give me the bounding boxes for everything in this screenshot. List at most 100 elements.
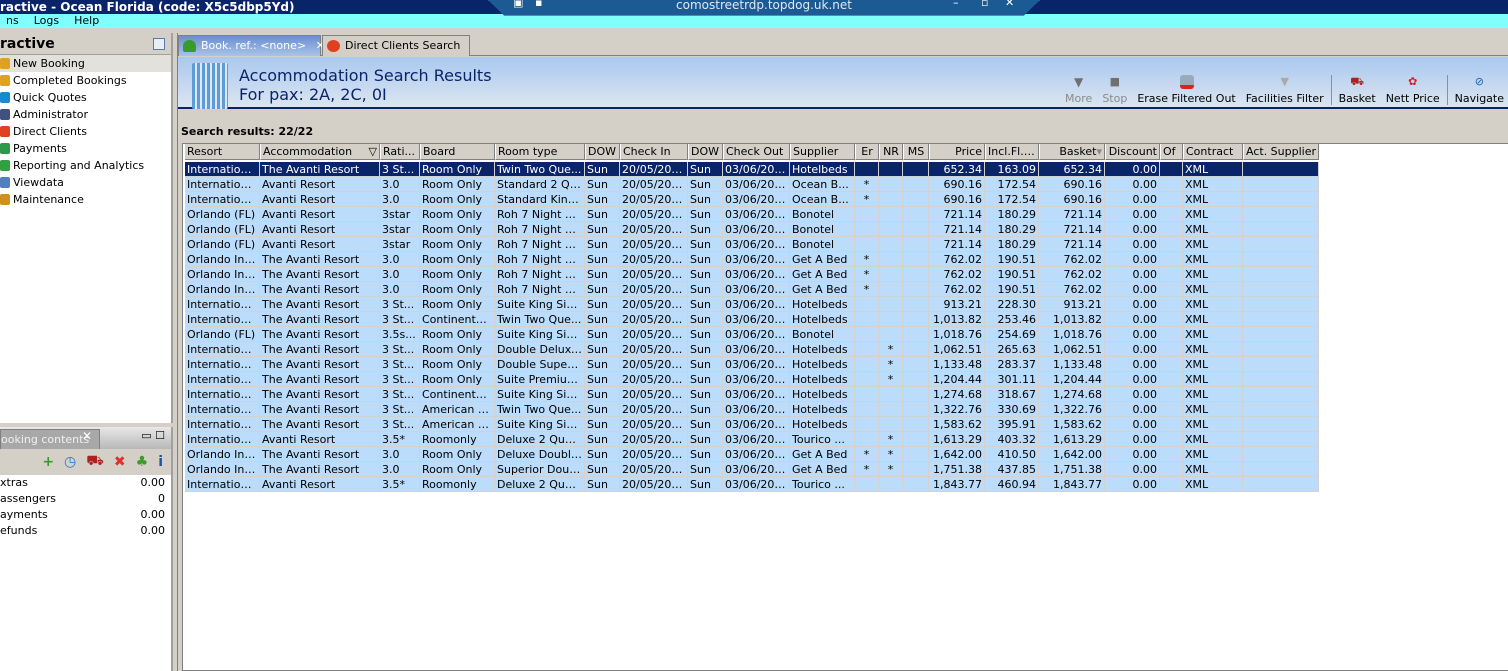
column-header[interactable]: Discount (1105, 144, 1160, 160)
table-row[interactable]: Internation... The Avanti Resort 3 St... Am… (185, 402, 1319, 417)
nav-item-payments[interactable]: Payments (0, 140, 171, 157)
nav-item-administrator[interactable]: Administrator (0, 106, 171, 123)
nett-price-button[interactable]: ✿ Nett Price (1381, 75, 1445, 105)
minimize-icon[interactable]: – (953, 0, 959, 8)
table-row[interactable]: Orlando Int... The Avanti Resort 3.0 Room O… (185, 267, 1319, 282)
menu-logs[interactable]: Logs (28, 14, 68, 28)
column-header[interactable]: Board (420, 144, 495, 160)
table-row[interactable]: Internation... Avanti Resort 3.0 Room Only S… (185, 192, 1319, 207)
nav-item-direct-clients[interactable]: Direct Clients (0, 123, 171, 140)
palm-tree-icon[interactable]: ♣ (136, 454, 149, 470)
column-header[interactable]: NR (879, 144, 903, 160)
delete-icon[interactable]: ✖ (114, 454, 126, 470)
column-header[interactable]: Contract (1183, 144, 1243, 160)
table-row[interactable]: Internation... The Avanti Resort 3 St... Co… (185, 387, 1319, 402)
table-row[interactable]: Internation... Avanti Resort 3.0 Room Only S… (185, 177, 1319, 192)
table-row[interactable]: Internation... The Avanti Resort 3 St... Am… (185, 417, 1319, 432)
pin-icon[interactable]: ▣ (513, 0, 523, 8)
table-cell: Tourico ... (790, 432, 855, 447)
table-cell: Room Only (420, 237, 495, 252)
table-cell (1160, 177, 1183, 192)
navigate-button[interactable]: ⊘ Navigate (1450, 75, 1508, 105)
table-row[interactable]: Internation... The Avanti Resort 3 St... Ro… (185, 372, 1319, 387)
restore-icon[interactable]: ▫ (981, 0, 988, 8)
facilities-filter-button[interactable]: ▼ Facilities Filter (1241, 75, 1329, 105)
basket-button[interactable]: ⛟ Basket (1334, 75, 1381, 105)
table-row[interactable]: Internation... The Avanti Resort 3 St... Ro… (185, 162, 1319, 177)
nav-item-reporting-and-analytics[interactable]: Reporting and Analytics (0, 157, 171, 174)
table-row[interactable]: Internation... The Avanti Resort 3 St... Ro… (185, 297, 1319, 312)
nav-item-new-booking[interactable]: New Booking (0, 55, 171, 72)
table-row[interactable]: Orlando (FL) Avanti Resort 3star Room Only R… (185, 222, 1319, 237)
basket-transfer-icon[interactable]: ⛟ (86, 453, 104, 471)
table-cell: 20/05/2018 (620, 447, 688, 462)
column-header[interactable]: Er (855, 144, 879, 160)
header-row[interactable]: Resort Accommodation ▽ Rati... Board Room typ… (185, 144, 1319, 160)
column-header[interactable]: Supplier (790, 144, 855, 160)
erase-filtered-out-button[interactable]: Erase Filtered Out (1132, 75, 1240, 105)
table-row[interactable]: Internation... The Avanti Resort 3 St... Ro… (185, 342, 1319, 357)
collapse-icon[interactable] (153, 38, 165, 50)
info-icon[interactable]: i (158, 454, 163, 470)
table-cell: Bonotel (790, 327, 855, 342)
table-row[interactable]: Orlando (FL) Avanti Resort 3star Room Only R… (185, 237, 1319, 252)
table-row[interactable]: Orlando Int... The Avanti Resort 3.0 Room O… (185, 447, 1319, 462)
maximize-icon[interactable]: ☐ (155, 429, 165, 442)
column-header[interactable]: Check Out (723, 144, 790, 160)
table-cell (1160, 282, 1183, 297)
column-header[interactable]: Basket ▾ (1039, 144, 1105, 160)
table-cell (1160, 162, 1183, 177)
table-cell: 330.69 (985, 402, 1039, 417)
column-header[interactable]: Price (929, 144, 985, 160)
add-icon[interactable]: + (42, 454, 54, 470)
column-header[interactable]: MS (903, 144, 929, 160)
table-cell: XML (1183, 477, 1243, 492)
nav-item-quick-quotes[interactable]: Quick Quotes (0, 89, 171, 106)
close-icon[interactable]: ✕ (82, 429, 92, 443)
clock-icon[interactable]: ◷ (64, 454, 76, 470)
column-header[interactable]: Accommodation ▽ (260, 144, 380, 160)
table-cell: 301.11 (985, 372, 1039, 387)
close-icon[interactable]: ✕ (1005, 0, 1014, 8)
table-cell: XML (1183, 267, 1243, 282)
table-cell: 03/06/2018 (723, 267, 790, 282)
column-header[interactable]: Act. Supplier (1243, 144, 1319, 160)
tab-direct-clients-search[interactable]: Direct Clients Search (322, 35, 470, 56)
filter-icon[interactable]: ▽ (369, 144, 377, 159)
more-button[interactable]: ▼ More (1060, 75, 1097, 105)
column-header[interactable]: Resort (185, 144, 260, 160)
table-row[interactable]: Orlando Int... The Avanti Resort 3.0 Room O… (185, 282, 1319, 297)
table-row[interactable]: Internation... Avanti Resort 3.5* Roomonly D… (185, 477, 1319, 492)
column-header[interactable]: Check In (620, 144, 688, 160)
table-row[interactable]: Internation... The Avanti Resort 3 St... Co… (185, 312, 1319, 327)
nav-item-completed-bookings[interactable]: Completed Bookings (0, 72, 171, 89)
table-row[interactable]: Internation... Avanti Resort 3.5* Roomonly D… (185, 432, 1319, 447)
menu-help[interactable]: Help (68, 14, 108, 28)
table-row[interactable]: Orlando (FL) Avanti Resort 3star Room Only R… (185, 207, 1319, 222)
column-header[interactable]: Of (1160, 144, 1183, 160)
table-cell: Sun (585, 312, 620, 327)
table-cell (1160, 372, 1183, 387)
table-cell: 20/05/2018 (620, 297, 688, 312)
table-row[interactable]: Orlando Int... The Avanti Resort 3.0 Room O… (185, 252, 1319, 267)
column-header[interactable]: DOW (585, 144, 620, 160)
column-header[interactable]: Room type (495, 144, 585, 160)
nav-item-maintenance[interactable]: Maintenance (0, 191, 171, 208)
table-row[interactable]: Orlando (FL) The Avanti Resort 3.5s... Room… (185, 327, 1319, 342)
column-header[interactable]: Rati... (380, 144, 420, 160)
column-header[interactable]: DOW (688, 144, 723, 160)
table-cell: 395.91 (985, 417, 1039, 432)
table-cell: * (855, 267, 879, 282)
column-header[interactable]: Incl.Fl.PP (985, 144, 1039, 160)
table-row[interactable]: Orlando Int... The Avanti Resort 3.0 Room O… (185, 462, 1319, 477)
tab-booking[interactable]: Book. ref.: <none> ✕ (178, 35, 325, 56)
table-cell: Sun (688, 432, 723, 447)
nav-item-viewdata[interactable]: Viewdata (0, 174, 171, 191)
menu-item[interactable]: ns (0, 14, 28, 28)
table-cell: Sun (688, 462, 723, 477)
stop-button[interactable]: ■ Stop (1097, 75, 1132, 105)
title: Accommodation Search Results (239, 66, 492, 85)
table-row[interactable]: Internation... The Avanti Resort 3 St... Ro… (185, 357, 1319, 372)
table-cell (903, 432, 929, 447)
minimize-icon[interactable]: ▭ (141, 429, 151, 442)
